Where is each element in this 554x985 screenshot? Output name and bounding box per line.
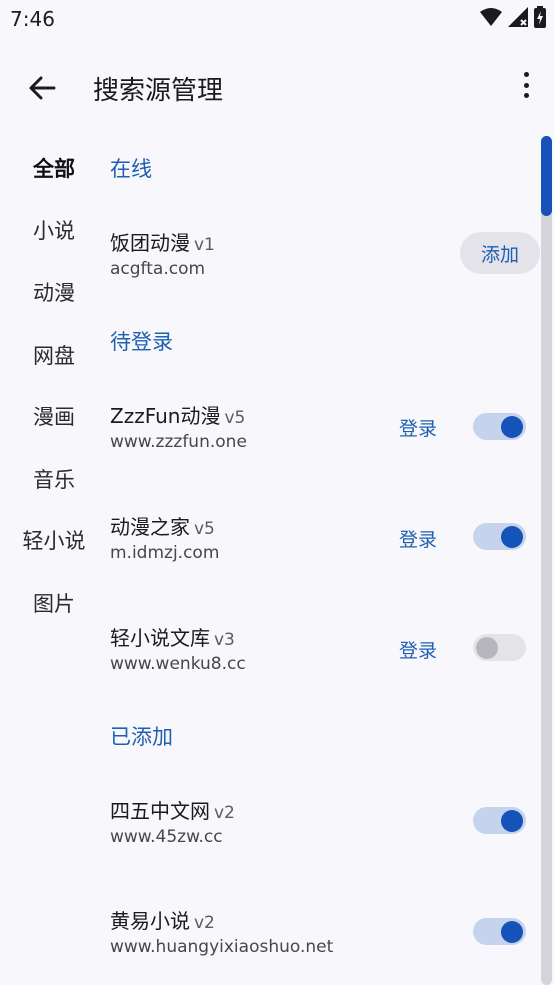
source-title: 黄易小说 — [110, 909, 190, 933]
source-name[interactable]: ZzzFun动漫 v5 — [110, 400, 245, 429]
source-name[interactable]: 轻小说文库 v3 — [110, 622, 235, 651]
login-button[interactable]: 登录 — [399, 636, 437, 663]
login-button[interactable]: 登录 — [399, 414, 437, 441]
status-bar: 7:46 — [0, 0, 554, 38]
login-button[interactable]: 登录 — [399, 525, 437, 552]
category-anime[interactable]: 动漫 — [0, 277, 108, 307]
source-toggle[interactable] — [473, 523, 526, 550]
section-pending: 待登录 — [110, 330, 173, 354]
battery-icon — [534, 6, 546, 28]
source-name[interactable]: 四五中文网 v2 — [110, 795, 235, 824]
category-netdisk[interactable]: 网盘 — [0, 340, 108, 370]
page-title: 搜索源管理 — [93, 76, 224, 106]
source-title: 动漫之家 — [110, 515, 190, 539]
section-online: 在线 — [110, 157, 152, 181]
category-comic[interactable]: 漫画 — [0, 401, 108, 431]
source-url: www.45zw.cc — [110, 827, 223, 847]
source-name[interactable]: 饭团动漫 v1 — [110, 227, 215, 256]
source-version: v2 — [194, 913, 215, 933]
category-light-novel[interactable]: 轻小说 — [0, 525, 108, 555]
source-version: v5 — [224, 408, 246, 428]
status-time: 7:46 — [10, 7, 55, 31]
source-name[interactable]: 黄易小说 v2 — [110, 905, 215, 934]
source-toggle[interactable] — [473, 413, 526, 440]
add-button[interactable]: 添加 — [460, 232, 540, 274]
source-name[interactable]: 动漫之家 v5 — [110, 511, 215, 540]
source-toggle[interactable] — [473, 807, 526, 834]
source-title: 轻小说文库 — [110, 626, 210, 650]
category-novel[interactable]: 小说 — [0, 215, 108, 245]
source-title: 饭团动漫 — [110, 231, 190, 255]
source-toggle[interactable] — [473, 634, 526, 661]
source-version: v1 — [194, 235, 215, 255]
signal-icon — [508, 7, 528, 27]
source-url: www.huangyixiaoshuo.net — [110, 937, 334, 957]
more-vert-icon[interactable] — [520, 70, 532, 100]
scrollbar-thumb[interactable] — [541, 136, 552, 216]
arrow-back-icon[interactable] — [24, 70, 60, 106]
category-image[interactable]: 图片 — [0, 588, 108, 618]
source-url: www.wenku8.cc — [110, 654, 246, 674]
source-url: acgfta.com — [110, 259, 206, 279]
source-version: v3 — [214, 630, 235, 650]
source-url: www.zzzfun.one — [110, 432, 247, 452]
source-toggle[interactable] — [473, 918, 526, 945]
category-music[interactable]: 音乐 — [0, 464, 108, 494]
source-version: v2 — [214, 803, 235, 823]
source-title: 四五中文网 — [110, 799, 210, 823]
scrollbar-track[interactable] — [541, 136, 552, 985]
wifi-icon — [480, 8, 502, 26]
source-title: ZzzFun动漫 — [110, 404, 221, 428]
section-added: 已添加 — [110, 725, 173, 749]
category-all[interactable]: 全部 — [0, 153, 108, 183]
source-url: m.idmzj.com — [110, 543, 220, 563]
app-bar: 搜索源管理 — [0, 48, 554, 126]
source-version: v5 — [194, 519, 215, 539]
